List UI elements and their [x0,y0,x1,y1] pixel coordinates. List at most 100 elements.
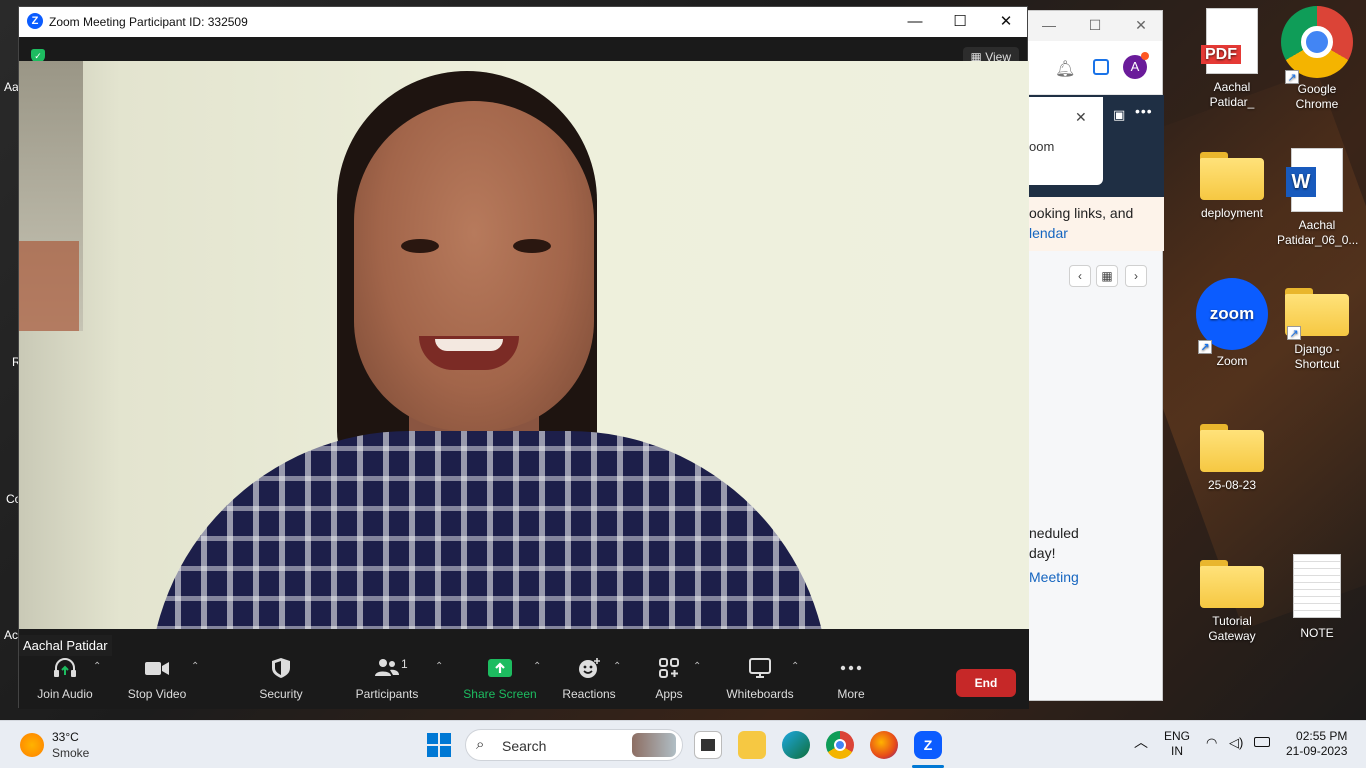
maximize-icon[interactable]: ☐ [948,11,972,33]
zoom-taskbar-icon[interactable]: Z [914,731,942,759]
search-icon: ⌕ [476,736,485,753]
firefox-icon[interactable] [870,731,898,759]
background-banner: ooking links, and lendar [1029,197,1164,251]
weather-sun-icon [20,733,44,757]
desktop-icon-25-08-23[interactable]: 25-08-23 [1192,424,1272,493]
desktop-icon-label: Tutorial Gateway [1208,614,1256,643]
taskbar-search-box[interactable]: ⌕ Search [465,729,683,761]
desktop-icon-label: deployment [1200,206,1264,220]
share-screen-icon [488,659,512,677]
calendar-icon[interactable]: ▦ [1096,265,1118,287]
clock[interactable]: 02:55 PM 21-09-2023 [1286,729,1347,759]
meeting-toolbar: Join Audio ⌃ Stop Video ⌃ Security Parti… [19,629,1029,709]
task-view-icon[interactable] [694,731,722,759]
participant-face [354,101,594,431]
security-label: Security [259,687,303,701]
close-icon[interactable]: ✕ [1075,109,1087,126]
zoom-app-icon: zoom ↗ [1196,278,1268,354]
body-text-1: neduled [1029,525,1079,541]
participants-count: 1 [401,657,408,671]
reactions-button[interactable]: Reactions [561,657,617,701]
language-code: ENG [1164,729,1191,743]
participant-eye [513,239,551,253]
shield-icon [272,658,290,678]
taskbar: 33°C Smoke ⌕ Search Z ︿ ENG IN ◠ ◁) 02:5… [0,720,1366,768]
maximize-icon[interactable]: ☐ [1085,17,1105,35]
background-popup: ✕ oom [1029,97,1103,185]
folder-icon: ↗ [1285,288,1349,340]
chevron-up-icon[interactable]: ⌃ [93,661,101,672]
desktop-icon-left-1[interactable]: Aa [4,80,19,94]
participant-teeth [435,339,503,351]
wifi-icon[interactable]: ◠ [1206,735,1217,750]
whiteboards-label: Whiteboards [726,687,794,701]
smiley-icon [579,658,600,678]
sidebar-icon[interactable] [1093,59,1109,75]
next-icon[interactable]: › [1125,265,1147,287]
chevron-up-icon[interactable]: ⌃ [791,661,799,672]
chrome-taskbar-icon[interactable] [826,731,854,759]
chevron-up-icon[interactable]: ⌃ [693,661,701,672]
edge-browser-icon[interactable] [782,731,810,759]
bell-icon[interactable]: 🔔︎ [1055,59,1075,79]
word-badge: W [1286,167,1316,197]
share-screen-label: Share Screen [463,687,537,701]
stop-video-button[interactable]: Stop Video [125,657,189,701]
desktop-icon-django[interactable]: ↗ Django - Shortcut [1277,288,1357,372]
share-screen-button[interactable]: Share Screen [463,657,537,701]
file-explorer-icon[interactable] [738,731,766,759]
desktop-icon-tutorial-gateway[interactable]: Tutorial Gateway [1192,560,1272,644]
chevron-up-icon[interactable]: ⌃ [191,661,199,672]
desktop-icon-deployment[interactable]: deployment [1192,152,1272,221]
apps-button[interactable]: Apps [649,657,689,701]
language-indicator[interactable]: ENG IN [1164,729,1190,759]
desktop-icon-pdf[interactable]: PDF Aachal Patidar_ [1192,8,1272,110]
whiteboards-button[interactable]: Whiteboards [723,657,797,701]
close-icon[interactable]: ✕ [994,11,1018,33]
chevron-up-icon[interactable]: ⌃ [435,661,443,672]
weather-condition: Smoke [52,746,90,760]
close-icon[interactable]: ✕ [1131,17,1151,35]
zoom-topbar: ✓ ▦ View [19,37,1027,67]
desktop-icon-label: NOTE [1300,626,1334,640]
zoom-titlebar: Z Zoom Meeting Participant ID: 332509 — … [19,7,1027,37]
zoom-logo-text: zoom [1209,304,1255,323]
more-button[interactable]: More [831,657,871,701]
zoom-meeting-window[interactable]: Z Zoom Meeting Participant ID: 332509 — … [18,6,1029,709]
banner-link[interactable]: lendar [1029,223,1164,243]
search-highlight-image [632,733,676,757]
participants-button[interactable]: Participants [353,657,421,701]
join-audio-button[interactable]: Join Audio [35,657,95,701]
prev-icon[interactable]: ‹ [1069,265,1091,287]
end-meeting-button[interactable]: End [956,669,1016,697]
more-icon [840,665,862,671]
minimize-icon[interactable]: — [903,11,927,33]
minimize-icon[interactable]: — [1039,17,1059,35]
battery-icon[interactable] [1254,737,1270,747]
video-background-object [19,241,79,331]
desktop-icon-label: Aa [4,80,19,94]
join-audio-label: Join Audio [37,687,93,701]
windows-start-icon[interactable] [427,733,451,757]
participant-video[interactable] [19,61,1029,629]
chevron-up-icon[interactable]: ⌃ [533,661,541,672]
desktop-icon-word[interactable]: W Aachal Patidar_06_0... [1277,148,1358,248]
desktop-icon-note[interactable]: NOTE [1277,554,1357,641]
more-icon[interactable]: ••• [1135,103,1153,119]
speaker-icon[interactable]: ◁) [1229,735,1243,750]
stop-video-label: Stop Video [127,687,187,701]
region-code: IN [1171,744,1183,758]
whiteboard-icon [749,658,771,678]
text-file-icon [1293,554,1341,618]
desktop-icon-chrome[interactable]: ↗ Google Chrome [1277,6,1357,112]
chrome-icon: ↗ [1281,6,1353,84]
desktop-icon-left-4[interactable]: Ac [4,628,18,642]
desktop-icon-zoom[interactable]: zoom ↗ Zoom [1192,278,1272,369]
meeting-link[interactable]: Meeting [1029,567,1079,587]
calendar-add-icon[interactable]: ▣ [1113,107,1125,123]
clock-time: 02:55 PM [1296,729,1348,743]
chevron-up-icon[interactable]: ︿ [1134,735,1148,750]
security-button[interactable]: Security [255,657,307,701]
banner-text: ooking links, and [1029,205,1134,221]
chevron-up-icon[interactable]: ⌃ [613,661,621,672]
